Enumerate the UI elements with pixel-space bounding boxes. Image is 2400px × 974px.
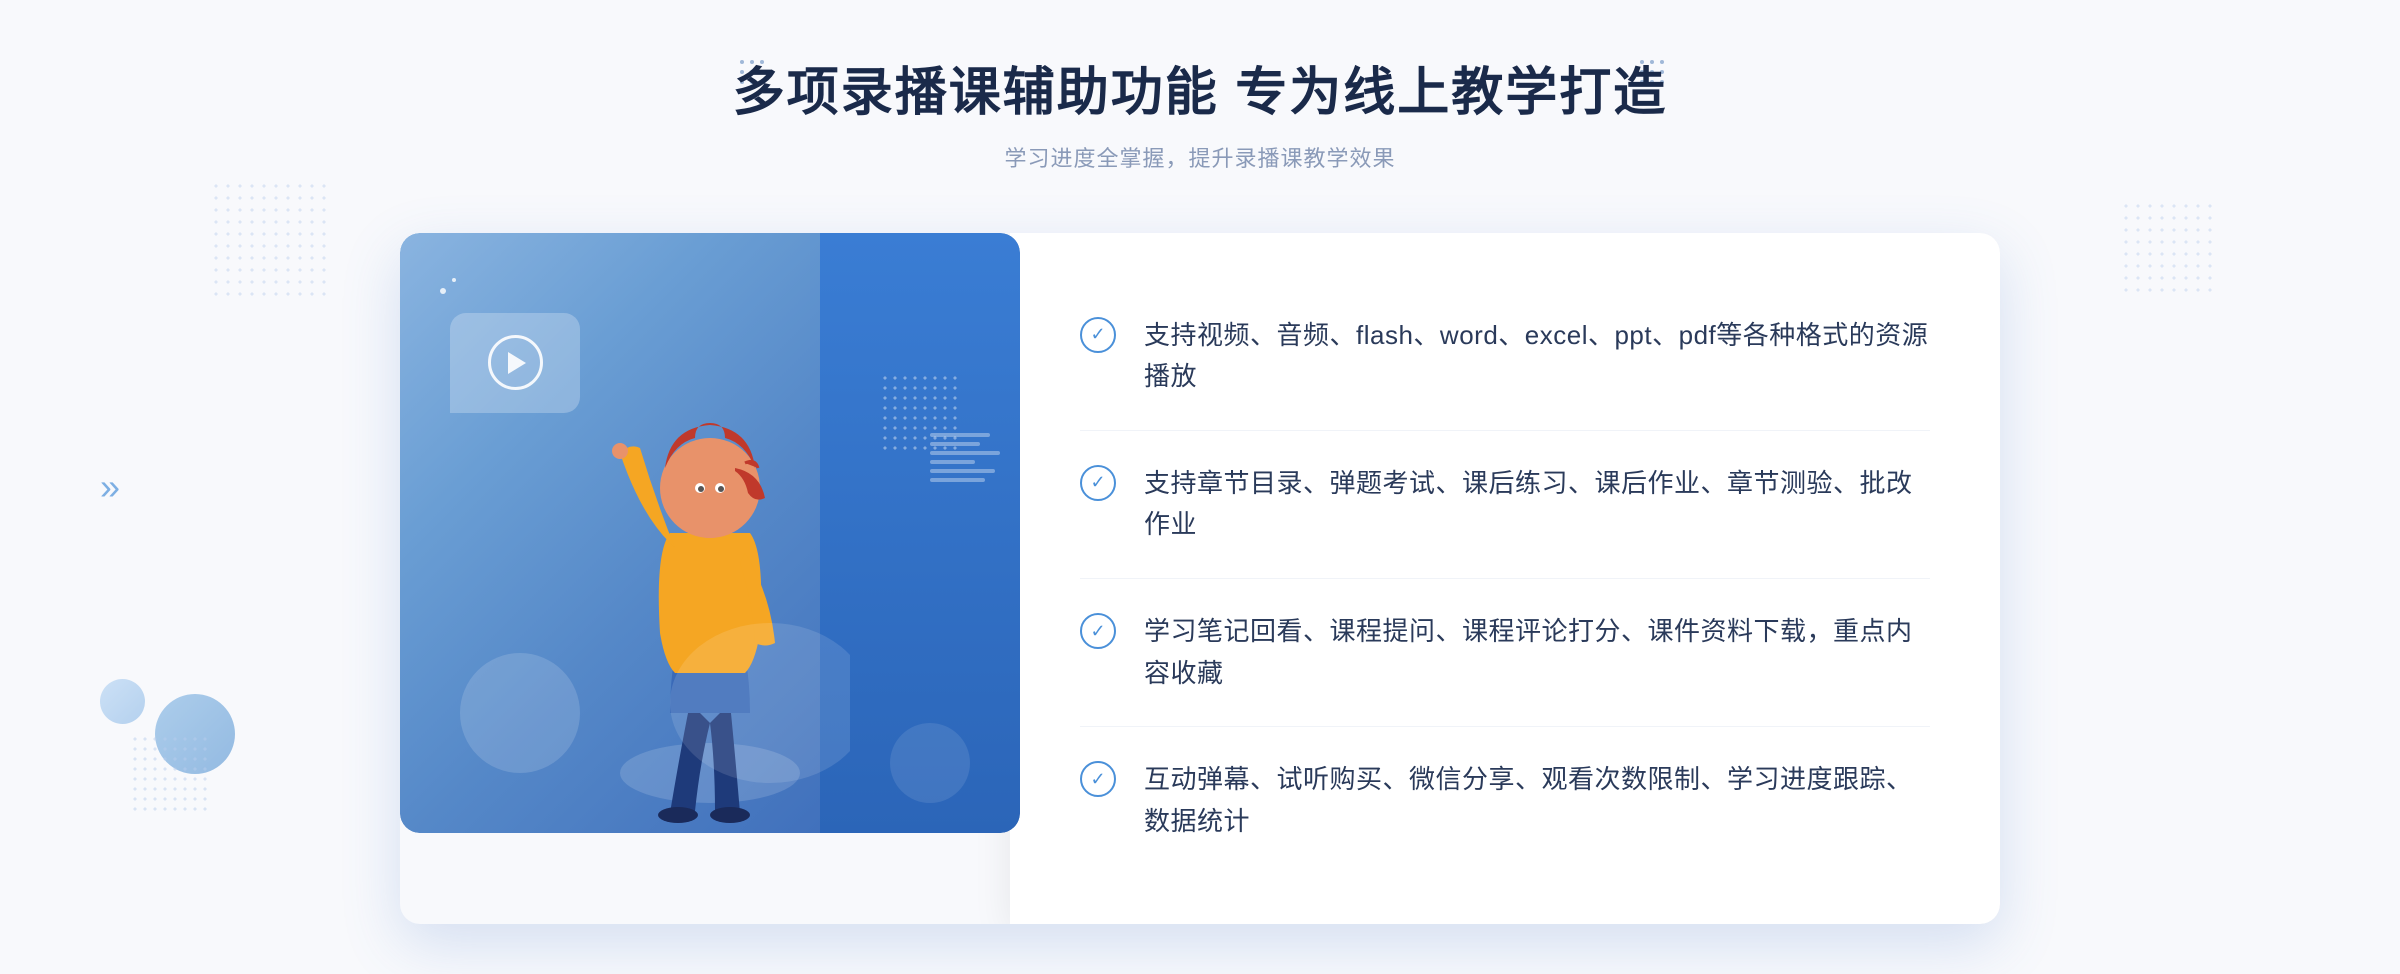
deco-circle-2 — [890, 723, 970, 803]
illustration-bg — [400, 233, 1020, 833]
feature-text-3: 学习笔记回看、课程提问、课程评论打分、课件资料下载，重点内容收藏 — [1144, 611, 1930, 694]
dots-right-decoration — [2120, 200, 2220, 300]
features-panel: ✓ 支持视频、音频、flash、word、excel、ppt、pdf等各种格式的… — [1010, 233, 2000, 925]
content-area: ✓ 支持视频、音频、flash、word、excel、ppt、pdf等各种格式的… — [400, 233, 2000, 925]
feature-text-2: 支持章节目录、弹题考试、课后练习、课后作业、章节测验、批改作业 — [1144, 463, 1930, 546]
dots-left-decoration — [210, 180, 330, 300]
main-title-text: 多项录播课辅助功能 专为线上教学打造 — [733, 50, 1667, 125]
feature-item-3: ✓ 学习笔记回看、课程提问、课程评论打分、课件资料下载，重点内容收藏 — [1080, 579, 1930, 727]
illus-dots-decoration — [880, 373, 960, 453]
check-icon-4: ✓ — [1080, 761, 1116, 797]
feature-text-4: 互动弹幕、试听购买、微信分享、观看次数限制、学习进度跟踪、数据统计 — [1144, 759, 1930, 842]
check-mark-2: ✓ — [1090, 473, 1105, 491]
check-icon-2: ✓ — [1080, 465, 1116, 501]
feature-item-4: ✓ 互动弹幕、试听购买、微信分享、观看次数限制、学习进度跟踪、数据统计 — [1080, 727, 1930, 874]
sub-title: 学习进度全掌握，提升录播课教学效果 — [733, 141, 1667, 173]
feature-text-1: 支持视频、音频、flash、word、excel、ppt、pdf等各种格式的资源… — [1144, 315, 1930, 398]
card-wrapper: ✓ 支持视频、音频、flash、word、excel、ppt、pdf等各种格式的… — [400, 233, 2000, 925]
feature-item-2: ✓ 支持章节目录、弹题考试、课后练习、课后作业、章节测验、批改作业 — [1080, 431, 1930, 579]
check-icon-3: ✓ — [1080, 613, 1116, 649]
deco-circle-1 — [460, 653, 580, 773]
check-mark-1: ✓ — [1090, 325, 1105, 343]
illustration-card — [400, 233, 1020, 833]
feature-item-1: ✓ 支持视频、音频、flash、word、excel、ppt、pdf等各种格式的… — [1080, 283, 1930, 431]
play-bubble — [450, 313, 580, 413]
play-triangle-icon — [508, 352, 526, 374]
check-mark-3: ✓ — [1090, 622, 1105, 640]
main-title: 多项录播课辅助功能 专为线上教学打造 — [733, 50, 1667, 125]
human-figure — [570, 353, 850, 833]
header-section: 多项录播课辅助功能 专为线上教学打造 学习进度全掌握，提升录播课教学效果 — [733, 50, 1667, 173]
check-icon-1: ✓ — [1080, 317, 1116, 353]
chevron-left-decoration: » — [100, 466, 120, 508]
page-circle-2-decoration — [100, 679, 145, 724]
check-mark-4: ✓ — [1090, 770, 1105, 788]
play-icon-circle — [488, 335, 543, 390]
page-container: » 多项录播课辅助功能 专为线上教学打造 学习进度全掌握，提升录播课教学效果 — [0, 0, 2400, 974]
dots-bottom-left-decoration — [130, 734, 210, 814]
